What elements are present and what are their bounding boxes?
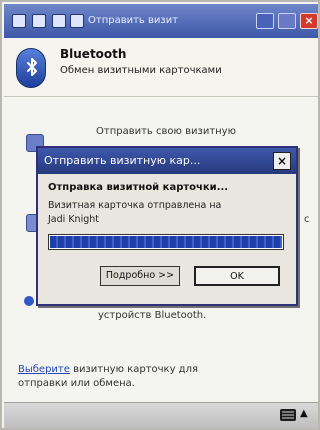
dialog-message: Визитная карточка отправлена на	[48, 200, 222, 211]
footer-line-1: Выберите визитную карточку для	[18, 364, 198, 375]
close-icon[interactable]: ×	[300, 13, 318, 29]
ok-button[interactable]: OK	[194, 266, 280, 286]
dialog-close-button[interactable]: ×	[273, 152, 291, 170]
dialog-title-bar: Отправить визитную кар... ×	[38, 148, 296, 174]
page-title: Bluetooth	[60, 47, 127, 61]
menu-bar: ▲	[4, 402, 318, 429]
send-card-text[interactable]: Отправить свою визитную	[96, 126, 236, 137]
window-square-icon[interactable]	[32, 14, 46, 28]
caret-up-icon[interactable]: ▲	[300, 408, 308, 419]
target-device-name: Jadi Knight	[48, 214, 99, 225]
footer-line-2: отправки или обмена.	[18, 378, 135, 389]
dialog-heading: Отправка визитной карточки...	[48, 182, 229, 193]
window-square-icon[interactable]	[70, 14, 84, 28]
device-line-text: устройств Bluetooth.	[98, 310, 207, 321]
window-square-icon[interactable]	[12, 14, 26, 28]
page-subtitle: Обмен визитными карточками	[60, 65, 222, 76]
progress-fill	[50, 236, 282, 248]
footer-line-1-rest: визитную карточку для	[69, 364, 198, 375]
window-title: Отправить визит	[88, 15, 179, 26]
obscured-text-fragment: с	[304, 214, 310, 225]
connectivity-icon[interactable]	[256, 13, 274, 29]
page-header: Bluetooth Обмен визитными карточками	[4, 38, 318, 97]
window-square-icon[interactable]	[52, 14, 66, 28]
bluetooth-icon	[16, 48, 46, 88]
device-screen: Отправить визит × Bluetooth Обмен визитн…	[0, 0, 320, 430]
keyboard-icon[interactable]	[280, 409, 296, 421]
choose-link[interactable]: Выберите	[18, 364, 70, 375]
device-search-icon[interactable]	[24, 296, 34, 306]
title-bar: Отправить визит ×	[4, 4, 318, 38]
volume-icon[interactable]	[278, 13, 296, 29]
send-progress-bar	[48, 234, 284, 250]
details-button[interactable]: Подробно >>	[100, 266, 180, 286]
send-card-dialog: Отправить визитную кар... × Отправка виз…	[36, 146, 298, 306]
dialog-title: Отправить визитную кар...	[44, 154, 201, 167]
